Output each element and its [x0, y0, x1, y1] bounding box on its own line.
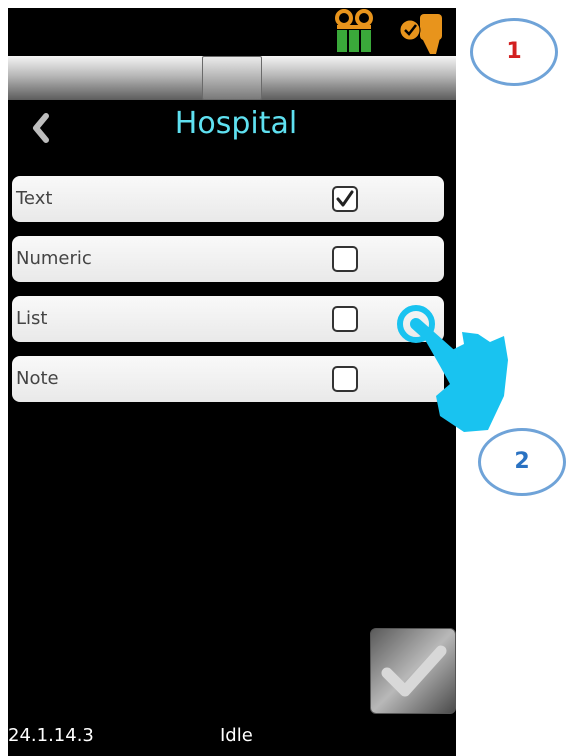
option-label: List [16, 308, 48, 329]
status-text: Idle [220, 725, 253, 746]
callout-marker: 1 [470, 18, 558, 86]
option-checkbox[interactable] [332, 366, 358, 392]
drag-handle-knob[interactable] [202, 56, 262, 100]
option-row-note[interactable]: Note [12, 356, 444, 402]
option-row-list[interactable]: List [12, 296, 444, 342]
option-label: Numeric [16, 248, 92, 269]
hand-pointer-icon [397, 305, 508, 432]
option-checkbox-checked[interactable] [332, 186, 358, 212]
page-title: Hospital [174, 106, 298, 141]
option-row-numeric[interactable]: Numeric [12, 236, 444, 282]
checkmark-icon [336, 190, 354, 207]
device-screen: Hospital Text Numeric List Note 24.1.14.… [8, 8, 456, 756]
option-checkbox[interactable] [332, 246, 358, 272]
option-checkbox[interactable] [332, 306, 358, 332]
back-chevron-icon[interactable] [26, 110, 66, 146]
firmware-version: 24.1.14.3 [8, 725, 94, 746]
status-bar [8, 8, 456, 56]
option-row-text[interactable]: Text [12, 176, 444, 222]
callout-marker: 2 [478, 428, 566, 496]
cassette-tape-icon [335, 9, 373, 52]
checkmark-icon [381, 645, 447, 697]
option-label: Note [16, 368, 59, 389]
probe-ready-icon [399, 14, 442, 54]
confirm-button[interactable] [370, 628, 456, 714]
option-label: Text [16, 188, 53, 209]
